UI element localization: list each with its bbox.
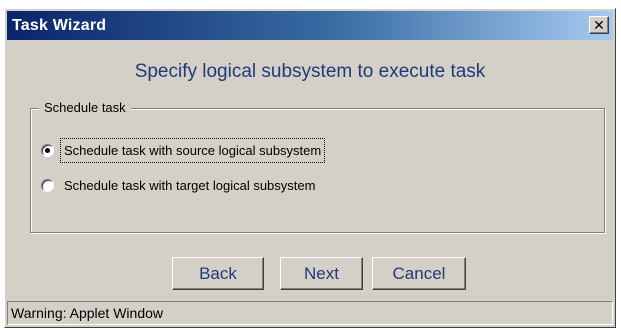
next-button[interactable]: Next <box>280 257 363 290</box>
radio-button-target[interactable] <box>41 179 54 192</box>
radio-selected-dot <box>45 148 50 153</box>
cancel-button[interactable]: Cancel <box>372 257 466 290</box>
radio-option-target[interactable]: Schedule task with target logical subsys… <box>41 173 319 198</box>
schedule-task-group: Schedule task Schedule task with source … <box>30 100 605 233</box>
back-button[interactable]: Back <box>172 257 264 290</box>
page-heading: Specify logical subsystem to execute tas… <box>134 61 486 82</box>
close-icon: ✕ <box>593 17 605 33</box>
task-wizard-window: Task Wizard ✕ Specify logical subsystem … <box>4 8 616 328</box>
close-button[interactable]: ✕ <box>589 16 609 34</box>
radio-button-source[interactable] <box>41 144 54 157</box>
status-bar: Warning: Applet Window <box>7 301 613 325</box>
radio-label-target[interactable]: Schedule task with target logical subsys… <box>60 173 319 198</box>
window-title: Task Wizard <box>12 16 107 34</box>
radio-label-source[interactable]: Schedule task with source logical subsys… <box>60 138 326 163</box>
status-text: Warning: Applet Window <box>11 305 163 321</box>
radio-option-source[interactable]: Schedule task with source logical subsys… <box>41 138 326 163</box>
title-bar[interactable]: Task Wizard ✕ <box>7 11 613 40</box>
group-legend: Schedule task <box>39 100 131 115</box>
